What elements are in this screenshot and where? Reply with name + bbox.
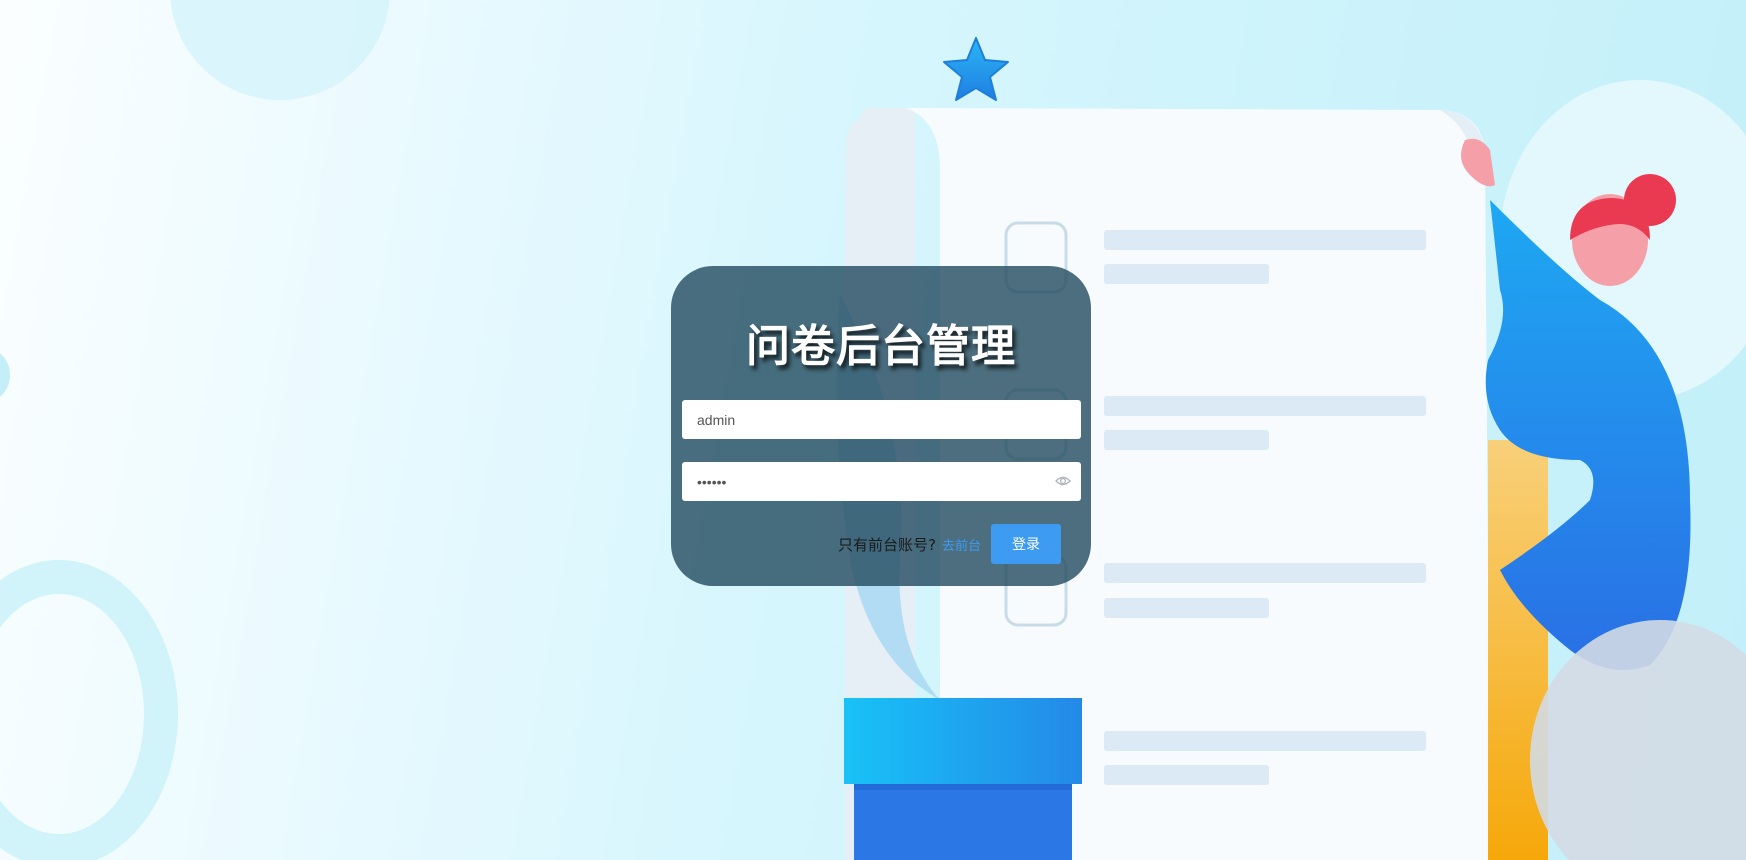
password-input[interactable]: [682, 462, 1037, 501]
login-footer: 只有前台账号? 去前台 登录: [838, 524, 1061, 564]
eye-icon[interactable]: [1055, 474, 1071, 488]
password-field[interactable]: [682, 462, 1081, 501]
login-card: 问卷后台管理 只有前台账号? 去前台 登录: [671, 266, 1091, 586]
username-field[interactable]: [682, 400, 1081, 439]
goto-front-link[interactable]: 去前台: [942, 535, 981, 554]
username-input[interactable]: [682, 400, 1037, 439]
login-button[interactable]: 登录: [991, 524, 1061, 564]
login-page: 问卷后台管理 只有前台账号? 去前台 登录: [0, 0, 1746, 860]
front-account-hint: 只有前台账号?: [838, 535, 936, 554]
page-title: 问卷后台管理: [746, 321, 1016, 372]
